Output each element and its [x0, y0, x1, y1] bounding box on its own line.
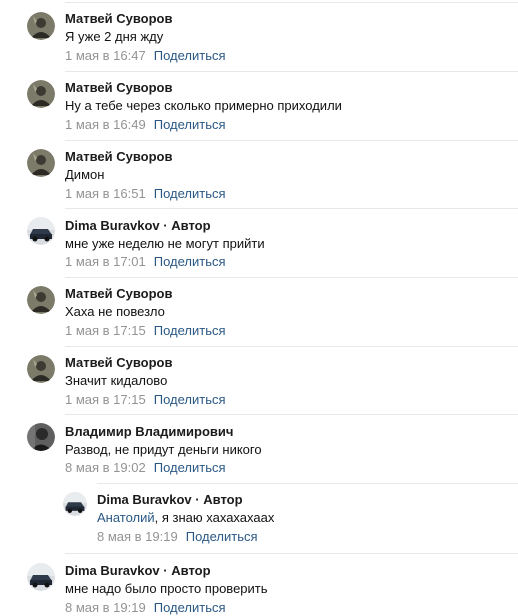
top-divider — [65, 2, 518, 3]
comment-divider — [65, 71, 518, 72]
car-avatar-icon — [27, 563, 55, 591]
dark-figure-avatar-icon — [27, 12, 55, 40]
comment-meta: 8 мая в 19:02 Поделиться — [65, 460, 226, 476]
comment-meta: 1 мая в 17:15 Поделиться — [65, 392, 226, 408]
dark-figure-avatar-icon — [27, 80, 55, 108]
comment-date[interactable]: 8 мая в 19:19 — [65, 600, 146, 615]
share-link[interactable]: Поделиться — [154, 117, 226, 132]
comment-meta: 1 мая в 17:01 Поделиться — [65, 254, 226, 270]
share-link[interactable]: Поделиться — [154, 460, 226, 475]
author-badge: Автор — [171, 218, 211, 233]
author-name[interactable]: Dima Buravkov — [65, 218, 160, 233]
avatar[interactable] — [27, 423, 55, 451]
author-badge: Автор — [203, 492, 243, 507]
share-link[interactable]: Поделиться — [154, 392, 226, 407]
comment-date[interactable]: 8 мая в 19:19 — [97, 529, 178, 544]
author-name[interactable]: Dima Buravkov — [97, 492, 192, 507]
comment-text: Димон — [65, 167, 105, 182]
share-link[interactable]: Поделиться — [154, 600, 226, 615]
avatar[interactable] — [27, 217, 55, 245]
share-link[interactable]: Поделиться — [154, 254, 226, 269]
comment-author[interactable]: Матвей Суворов — [65, 11, 173, 27]
comment-date[interactable]: 8 мая в 19:02 — [65, 460, 146, 475]
comment-author[interactable]: Матвей Суворов — [65, 286, 173, 302]
share-link[interactable]: Поделиться — [154, 186, 226, 201]
avatar[interactable] — [63, 492, 87, 516]
comment-divider — [65, 140, 518, 141]
comment-divider — [65, 414, 518, 415]
mention-link[interactable]: Анатолий — [97, 510, 155, 525]
comment-text: Развод, не придут деньги никого — [65, 442, 262, 457]
comment-author[interactable]: Dima Buravkov · Автор — [65, 218, 211, 234]
comment-text: Значит кидалово — [65, 373, 168, 388]
comment-date[interactable]: 1 мая в 16:49 — [65, 117, 146, 132]
avatar[interactable] — [27, 286, 55, 314]
share-link[interactable]: Поделиться — [154, 48, 226, 63]
dark-figure-avatar-icon — [27, 286, 55, 314]
author-name[interactable]: Dima Buravkov — [65, 563, 160, 578]
comment-author[interactable]: Матвей Суворов — [65, 80, 173, 96]
comment-meta: 1 мая в 16:49 Поделиться — [65, 117, 226, 133]
comment-divider — [65, 346, 518, 347]
comment-text: мне уже неделю не могут прийти — [65, 236, 265, 251]
comment-author[interactable]: Владимир Владимирович — [65, 424, 233, 440]
avatar[interactable] — [27, 563, 55, 591]
author-badge: Автор — [171, 563, 211, 578]
avatar[interactable] — [27, 355, 55, 383]
avatar[interactable] — [27, 149, 55, 177]
dark-figure-avatar-icon — [27, 355, 55, 383]
comment-date[interactable]: 1 мая в 17:15 — [65, 323, 146, 338]
comment-divider — [97, 483, 518, 484]
separator: · — [195, 492, 200, 507]
car-avatar-icon — [63, 492, 87, 516]
comment-text: мне надо было просто проверить — [65, 581, 268, 596]
comment-author[interactable]: Матвей Суворов — [65, 355, 173, 371]
comment-text: Я уже 2 дня жду — [65, 29, 164, 44]
separator: · — [163, 563, 168, 578]
comment-meta: 1 мая в 16:47 Поделиться — [65, 48, 226, 64]
comment-text: Ну а тебе через сколько примерно приходи… — [65, 98, 342, 113]
reply-text: , я знаю хахахахаах — [154, 510, 275, 525]
comment-author[interactable]: Dima Buravkov · Автор — [97, 492, 243, 508]
comment-date[interactable]: 1 мая в 17:15 — [65, 392, 146, 407]
comment-author[interactable]: Dima Buravkov · Автор — [65, 563, 211, 579]
share-link[interactable]: Поделиться — [186, 529, 258, 544]
gray-portrait-avatar-icon — [27, 423, 55, 451]
comment-divider — [65, 277, 518, 278]
comment-meta: 1 мая в 16:51 Поделиться — [65, 186, 226, 202]
comment-divider — [65, 553, 518, 554]
car-avatar-icon — [27, 217, 55, 245]
comment-date[interactable]: 1 мая в 17:01 — [65, 254, 146, 269]
dark-figure-avatar-icon — [27, 149, 55, 177]
separator: · — [163, 218, 168, 233]
share-link[interactable]: Поделиться — [154, 323, 226, 338]
comment-meta: 8 мая в 19:19 Поделиться — [97, 529, 258, 545]
comment-date[interactable]: 1 мая в 16:51 — [65, 186, 146, 201]
comment-text: Хаха не повезло — [65, 304, 165, 319]
comment-text: Анатолий, я знаю хахахахаах — [97, 510, 274, 526]
comment-author[interactable]: Матвей Суворов — [65, 149, 173, 165]
avatar[interactable] — [27, 12, 55, 40]
comment-divider — [65, 208, 518, 209]
comment-meta: 1 мая в 17:15 Поделиться — [65, 323, 226, 339]
avatar[interactable] — [27, 80, 55, 108]
comment-date[interactable]: 1 мая в 16:47 — [65, 48, 146, 63]
